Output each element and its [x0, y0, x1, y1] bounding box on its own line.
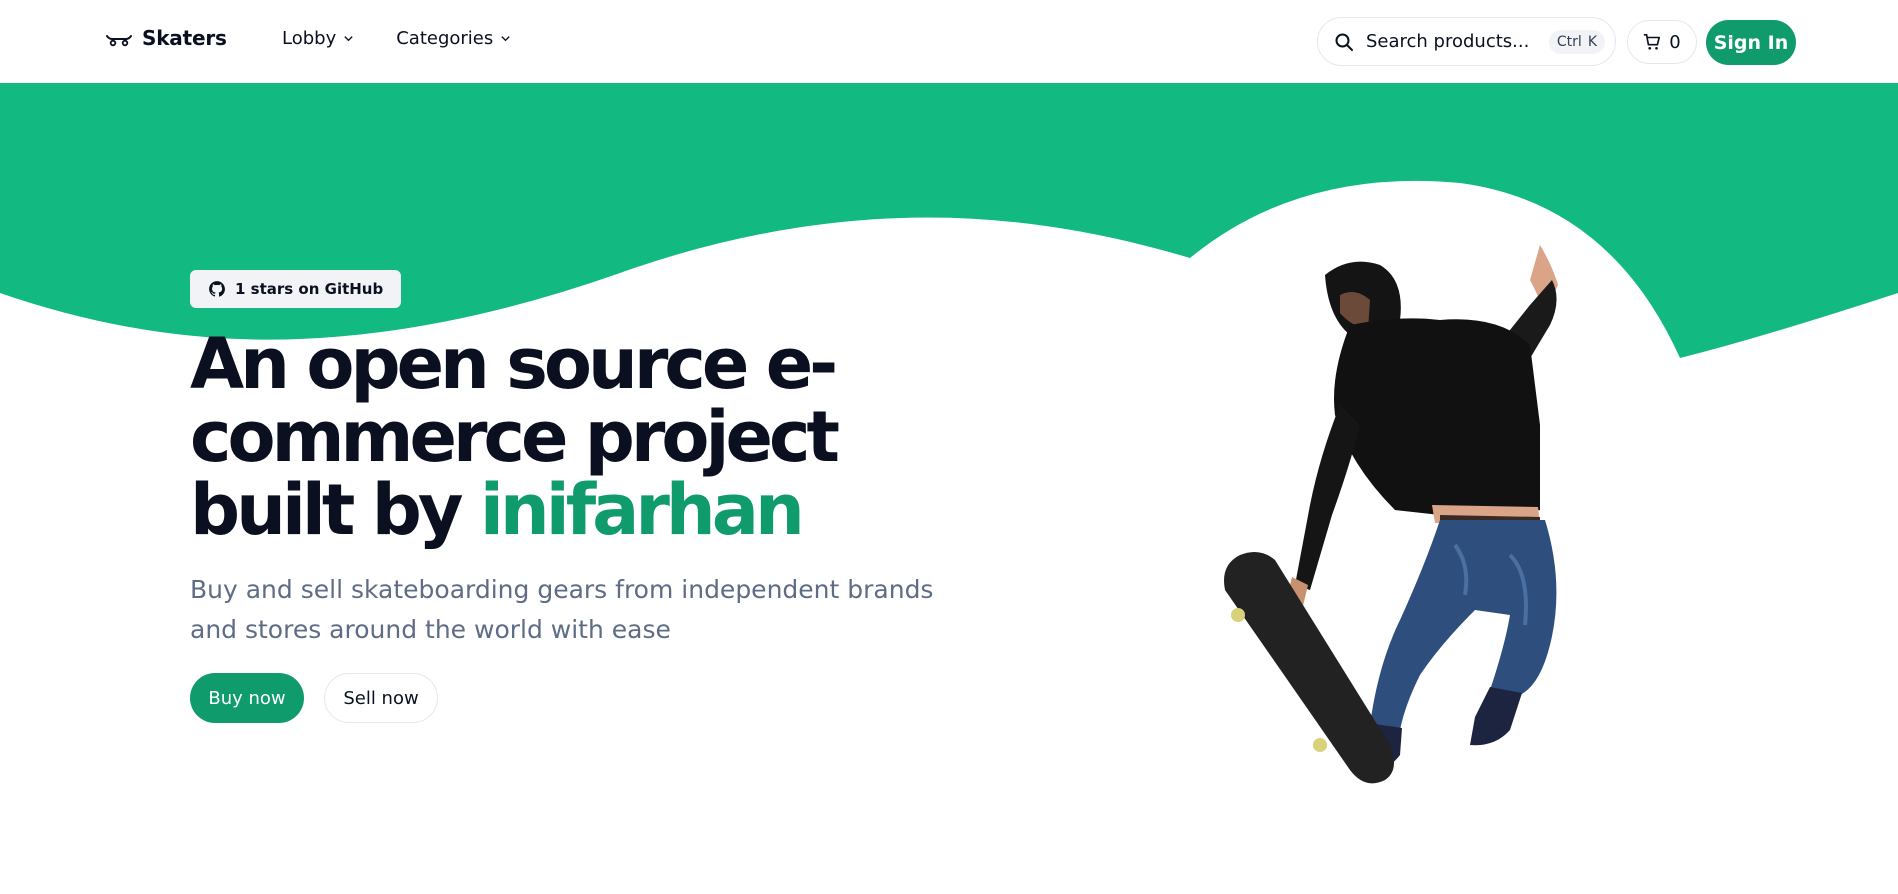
github-icon — [209, 281, 225, 297]
shortcut-key-ctrl: Ctrl — [1556, 33, 1582, 50]
buy-now-button[interactable]: Buy now — [190, 673, 304, 723]
cart-button[interactable]: 0 — [1627, 20, 1697, 64]
cart-count: 0 — [1669, 31, 1681, 53]
skater-image — [1224, 245, 1558, 784]
hero-subtitle: Buy and sell skateboarding gears from in… — [190, 575, 934, 644]
cart-icon — [1644, 33, 1661, 50]
nav-item-categories[interactable]: Categories — [396, 28, 511, 49]
search-placeholder: Search products... — [1366, 31, 1530, 52]
chevron-down-icon — [501, 36, 510, 42]
hero-headline: An open source e-commerce project built … — [190, 328, 970, 547]
github-stars-text: 1 stars on GitHub — [235, 280, 384, 298]
main-nav: Lobby Categories — [282, 28, 511, 49]
site-header: Skaters Lobby Categories Search products… — [0, 0, 1898, 83]
sign-in-button[interactable]: Sign In — [1706, 20, 1796, 65]
brand-link[interactable]: Skaters — [106, 26, 227, 50]
page: Skaters Lobby Categories Search products… — [0, 0, 1898, 894]
search-button[interactable]: Search products... Ctrl K — [1317, 17, 1616, 66]
chevron-down-icon — [344, 36, 353, 42]
brand-name: Skaters — [142, 26, 227, 50]
nav-item-label: Categories — [396, 28, 494, 49]
search-icon — [1335, 33, 1353, 51]
shortcut-key-k: K — [1587, 33, 1597, 50]
github-stars-badge[interactable]: 1 stars on GitHub — [190, 270, 402, 308]
skateboard-icon — [106, 35, 132, 47]
sell-now-button[interactable]: Sell now — [324, 673, 438, 723]
shortcut-badge: Ctrl K — [1548, 29, 1605, 54]
nav-item-label: Lobby — [282, 28, 337, 49]
nav-item-lobby[interactable]: Lobby — [282, 28, 354, 49]
headline-author[interactable]: inifarhan — [480, 469, 805, 551]
